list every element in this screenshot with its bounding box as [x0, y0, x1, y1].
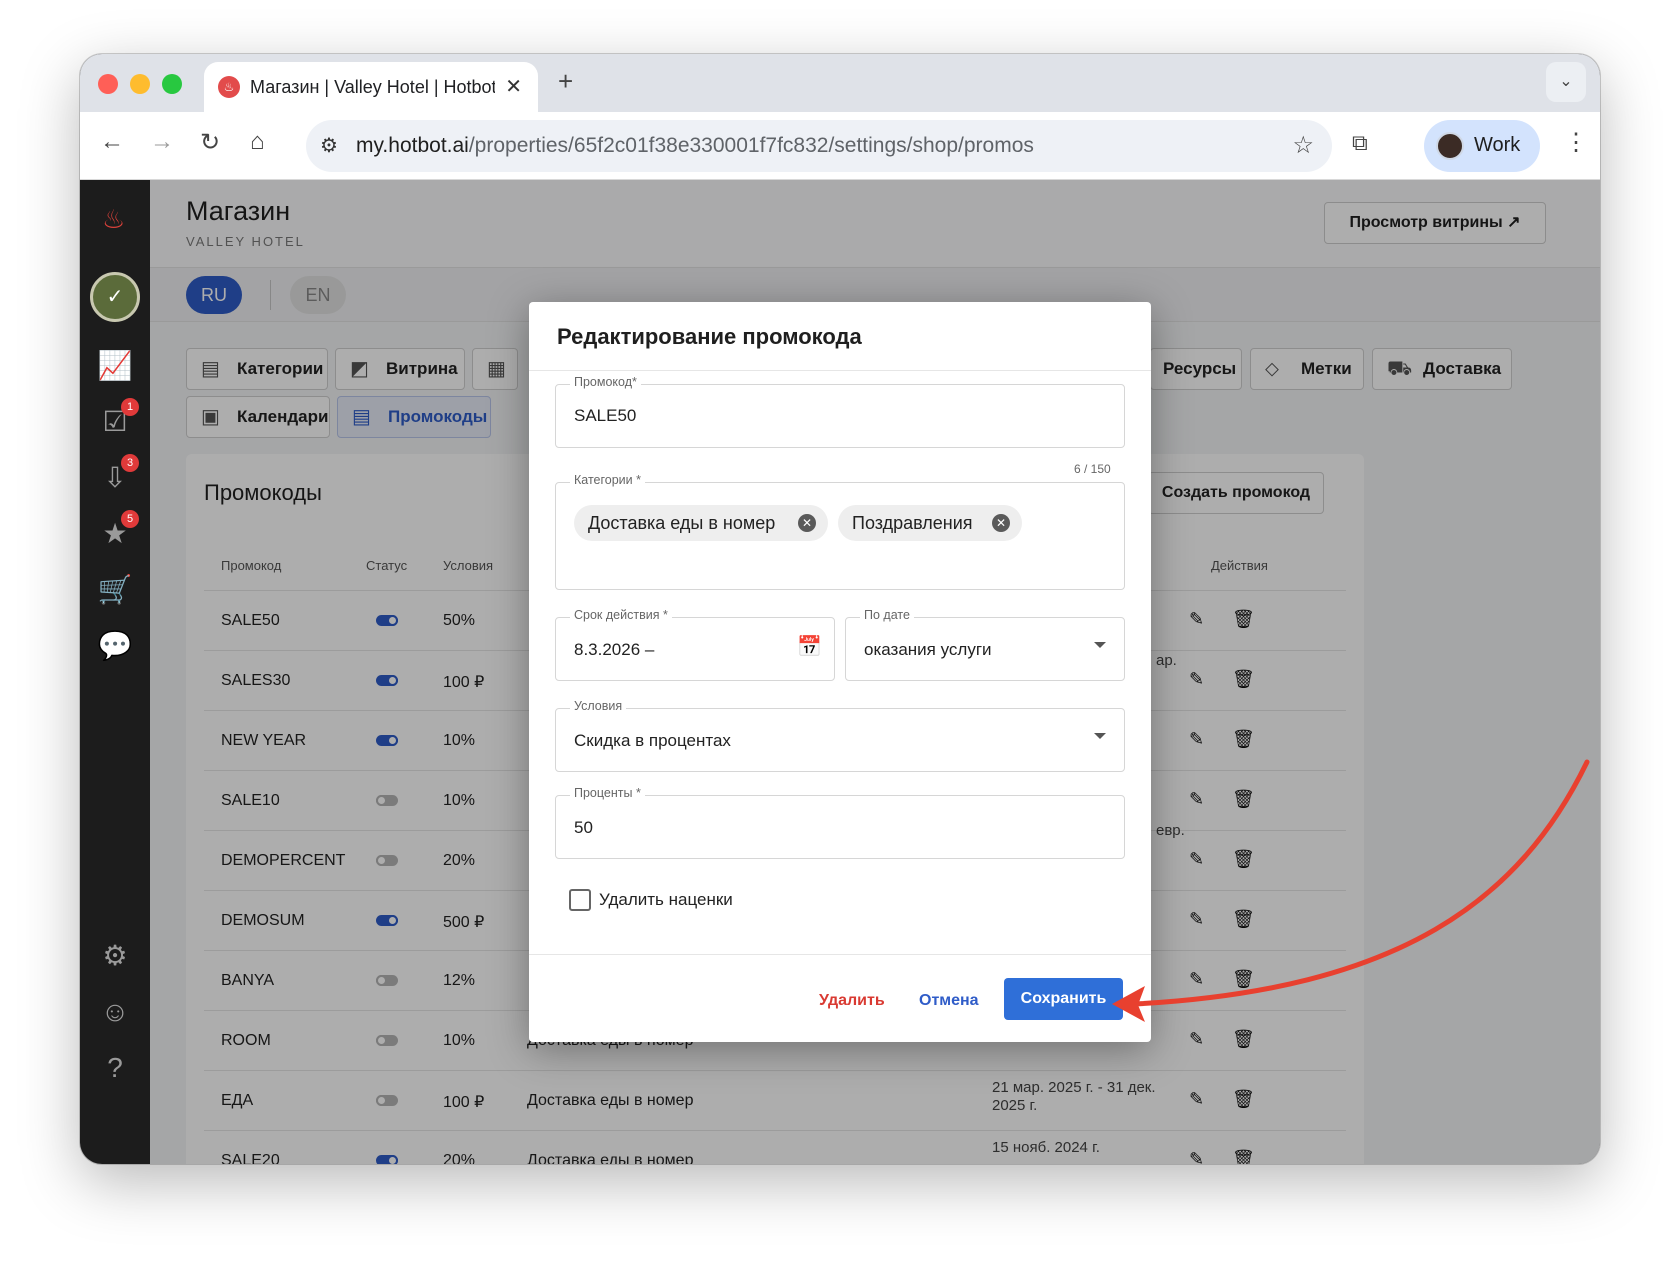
categories-field[interactable]: Категории * Доставка еды в номер ✕ Поздра…	[555, 473, 1125, 590]
tasks-badge: 1	[121, 398, 139, 416]
validity-label: Срок действия *	[570, 608, 672, 622]
url-text: my.hotbot.ai/properties/65f2c01f38e33000…	[356, 134, 1034, 158]
conditions-select[interactable]: Условия Скидка в процентах	[555, 699, 1125, 772]
promo-code-label: Промокод*	[570, 375, 641, 389]
sidebar: ♨ ✓ 📈 ☑ 1 ⇩ 3 ★ 5 🛒 💬 ⚙ ☺ ?	[80, 180, 150, 1164]
reviews-badge: 5	[121, 510, 139, 528]
dialog-header-divider	[529, 370, 1151, 371]
categories-label: Категории *	[570, 473, 645, 487]
tab-title: Магазин | Valley Hotel | Hotbot	[250, 77, 495, 97]
tab-close-icon[interactable]: ✕	[505, 74, 522, 99]
chevron-down-icon	[1094, 733, 1106, 739]
percent-value: 50	[574, 818, 593, 837]
dialog-footer-divider	[529, 954, 1151, 955]
inbox-badge: 3	[121, 454, 139, 472]
tab-search-chevron-icon[interactable]: ⌄	[1546, 62, 1586, 102]
by-date-label: По дате	[860, 608, 914, 622]
remove-markups-label[interactable]: Удалить наценки	[599, 890, 733, 910]
save-button[interactable]: Сохранить	[1004, 978, 1123, 1020]
dialog-title: Редактирование промокода	[557, 324, 862, 349]
puzzle-icon[interactable]: ⧉	[1352, 130, 1368, 156]
browser-toolbar: ← → ↻ ⌂ ⚙ my.hotbot.ai/properties/65f2c0…	[80, 112, 1600, 180]
tune-icon[interactable]: ⚙	[320, 133, 338, 158]
cart-icon[interactable]: 🛒	[97, 572, 133, 608]
by-date-value: оказания услуги	[864, 640, 992, 659]
kebab-icon[interactable]: ⋮	[1564, 128, 1588, 157]
settings-gear-icon[interactable]: ⚙	[97, 938, 133, 974]
validity-date-field[interactable]: Срок действия * 8.3.2026 – 📅	[555, 608, 835, 681]
category-chip-label: Поздравления	[852, 513, 973, 533]
delete-button[interactable]: Удалить	[819, 992, 885, 1010]
category-chip[interactable]: Доставка еды в номер ✕	[574, 505, 828, 541]
url-path: /properties/65f2c01f38e330001f7fc832/set…	[468, 134, 1034, 157]
browser-tab[interactable]: ♨ Магазин | Valley Hotel | Hotbot ✕	[204, 62, 538, 114]
minimize-window-button[interactable]	[130, 74, 150, 94]
property-avatar[interactable]: ✓	[90, 272, 140, 322]
promo-code-counter: 6 / 150	[1074, 462, 1111, 476]
validity-value: 8.3.2026 –	[574, 640, 655, 659]
close-window-button[interactable]	[98, 74, 118, 94]
inbox-icon[interactable]: ⇩ 3	[97, 454, 139, 496]
promo-code-value: SALE50	[574, 406, 637, 425]
conditions-value: Скидка в процентах	[574, 731, 731, 750]
remove-chip-icon[interactable]: ✕	[798, 514, 816, 532]
hotbot-logo-icon[interactable]: ♨	[102, 204, 125, 235]
tab-strip: ♨ Магазин | Valley Hotel | Hotbot ✕ + ⌄	[80, 54, 1600, 114]
help-icon[interactable]: ?	[97, 1050, 133, 1086]
remove-markups-checkbox[interactable]	[569, 889, 591, 911]
profile-button[interactable]: Work	[1424, 120, 1540, 172]
cancel-button[interactable]: Отмена	[919, 992, 979, 1010]
new-tab-icon[interactable]: +	[558, 66, 573, 97]
maximize-window-button[interactable]	[162, 74, 182, 94]
analytics-icon[interactable]: 📈	[97, 348, 133, 384]
arrow-right-icon[interactable]: →	[150, 128, 174, 156]
reload-icon[interactable]: ↻	[200, 128, 220, 157]
category-chip-label: Доставка еды в номер	[588, 513, 776, 533]
chat-icon[interactable]: 💬	[97, 628, 133, 664]
tasks-icon[interactable]: ☑ 1	[97, 398, 139, 440]
hotbot-favicon-icon: ♨	[218, 76, 240, 98]
category-chip[interactable]: Поздравления ✕	[838, 505, 1022, 541]
account-icon[interactable]: ☺	[97, 994, 133, 1030]
home-icon[interactable]: ⌂	[250, 128, 265, 156]
chevron-down-icon	[1094, 642, 1106, 648]
profile-avatar	[1436, 132, 1464, 160]
arrow-left-icon[interactable]: ←	[100, 128, 124, 156]
calendar-icon[interactable]: 📅	[797, 634, 822, 659]
remove-chip-icon[interactable]: ✕	[992, 514, 1010, 532]
star-icon[interactable]: ☆	[1292, 131, 1314, 160]
url-host: my.hotbot.ai	[356, 134, 469, 157]
address-bar[interactable]: ⚙ my.hotbot.ai/properties/65f2c01f38e330…	[306, 120, 1332, 172]
edit-promo-dialog: Редактирование промокода Промокод* SALE5…	[529, 302, 1151, 1042]
by-date-select[interactable]: По дате оказания услуги	[845, 608, 1125, 681]
profile-label: Work	[1474, 134, 1521, 156]
promo-code-field[interactable]: Промокод* SALE50	[555, 375, 1125, 448]
reviews-icon[interactable]: ★ 5	[97, 510, 139, 552]
percent-field[interactable]: Проценты * 50	[555, 786, 1125, 859]
conditions-label: Условия	[570, 699, 627, 713]
percent-label: Проценты *	[570, 786, 645, 800]
